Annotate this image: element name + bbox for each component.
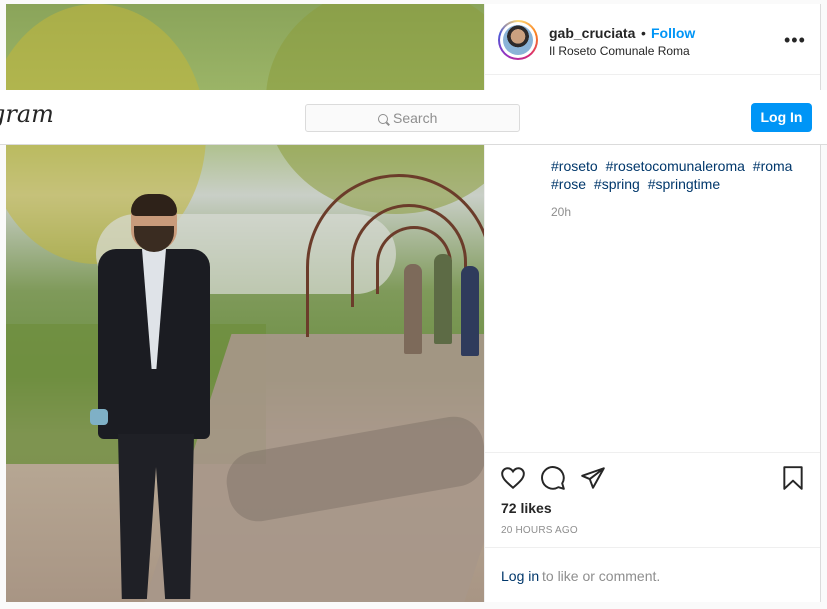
hashtag-link[interactable]: #roseto — [551, 158, 598, 174]
hashtag-link[interactable]: #spring — [594, 176, 640, 192]
avatar-face — [503, 25, 533, 55]
top-navigation-bar: gram Search Log In — [0, 90, 827, 145]
hair — [131, 194, 177, 216]
search-placeholder: Search — [393, 110, 438, 126]
login-link[interactable]: Log in — [501, 568, 539, 584]
paper-plane-icon[interactable] — [580, 465, 606, 491]
post-location[interactable]: Il Roseto Comunale Roma — [549, 44, 690, 58]
background-person — [404, 264, 422, 354]
trousers — [118, 434, 194, 599]
heart-icon[interactable] — [500, 465, 526, 491]
face-mask — [90, 409, 108, 425]
login-button[interactable]: Log In — [751, 103, 812, 132]
hashtag-link[interactable]: #rosetocomunaleroma — [606, 158, 745, 174]
background-person — [461, 266, 479, 356]
background-person — [434, 254, 452, 344]
post-timestamp[interactable]: 20 HOURS AGO — [501, 525, 578, 536]
likes-count[interactable]: 72 likes — [501, 500, 552, 516]
man-in-suit — [76, 194, 226, 602]
search-input[interactable]: Search — [305, 104, 520, 132]
comment-login-row: Log in to like or comment. — [485, 547, 820, 598]
post-header: gab_cruciata • Follow Il Roseto Comunale… — [485, 4, 820, 75]
instagram-logo[interactable]: gram — [0, 100, 54, 128]
bookmark-icon[interactable] — [780, 465, 806, 491]
hashtag-link[interactable]: #roma — [753, 158, 793, 174]
separator-dot: • — [641, 25, 646, 41]
hashtag-list: #roseto #rosetocomunaleroma #roma #rose … — [551, 157, 801, 193]
hashtag-link[interactable]: #rose — [551, 176, 586, 192]
comment-bubble-icon[interactable] — [540, 465, 566, 491]
post-actions: 72 likes 20 HOURS AGO Log in to like or … — [485, 452, 820, 597]
hashtag-link[interactable]: #springtime — [648, 176, 720, 192]
more-options-icon[interactable]: ••• — [784, 30, 806, 51]
search-icon — [378, 114, 388, 124]
comment-prompt-text: to like or comment. — [542, 568, 661, 584]
caption-timestamp[interactable]: 20h — [551, 205, 571, 219]
avatar-image — [500, 22, 536, 58]
post-username[interactable]: gab_cruciata — [549, 25, 635, 41]
avatar[interactable] — [498, 20, 538, 60]
follow-button[interactable]: Follow — [651, 25, 695, 41]
